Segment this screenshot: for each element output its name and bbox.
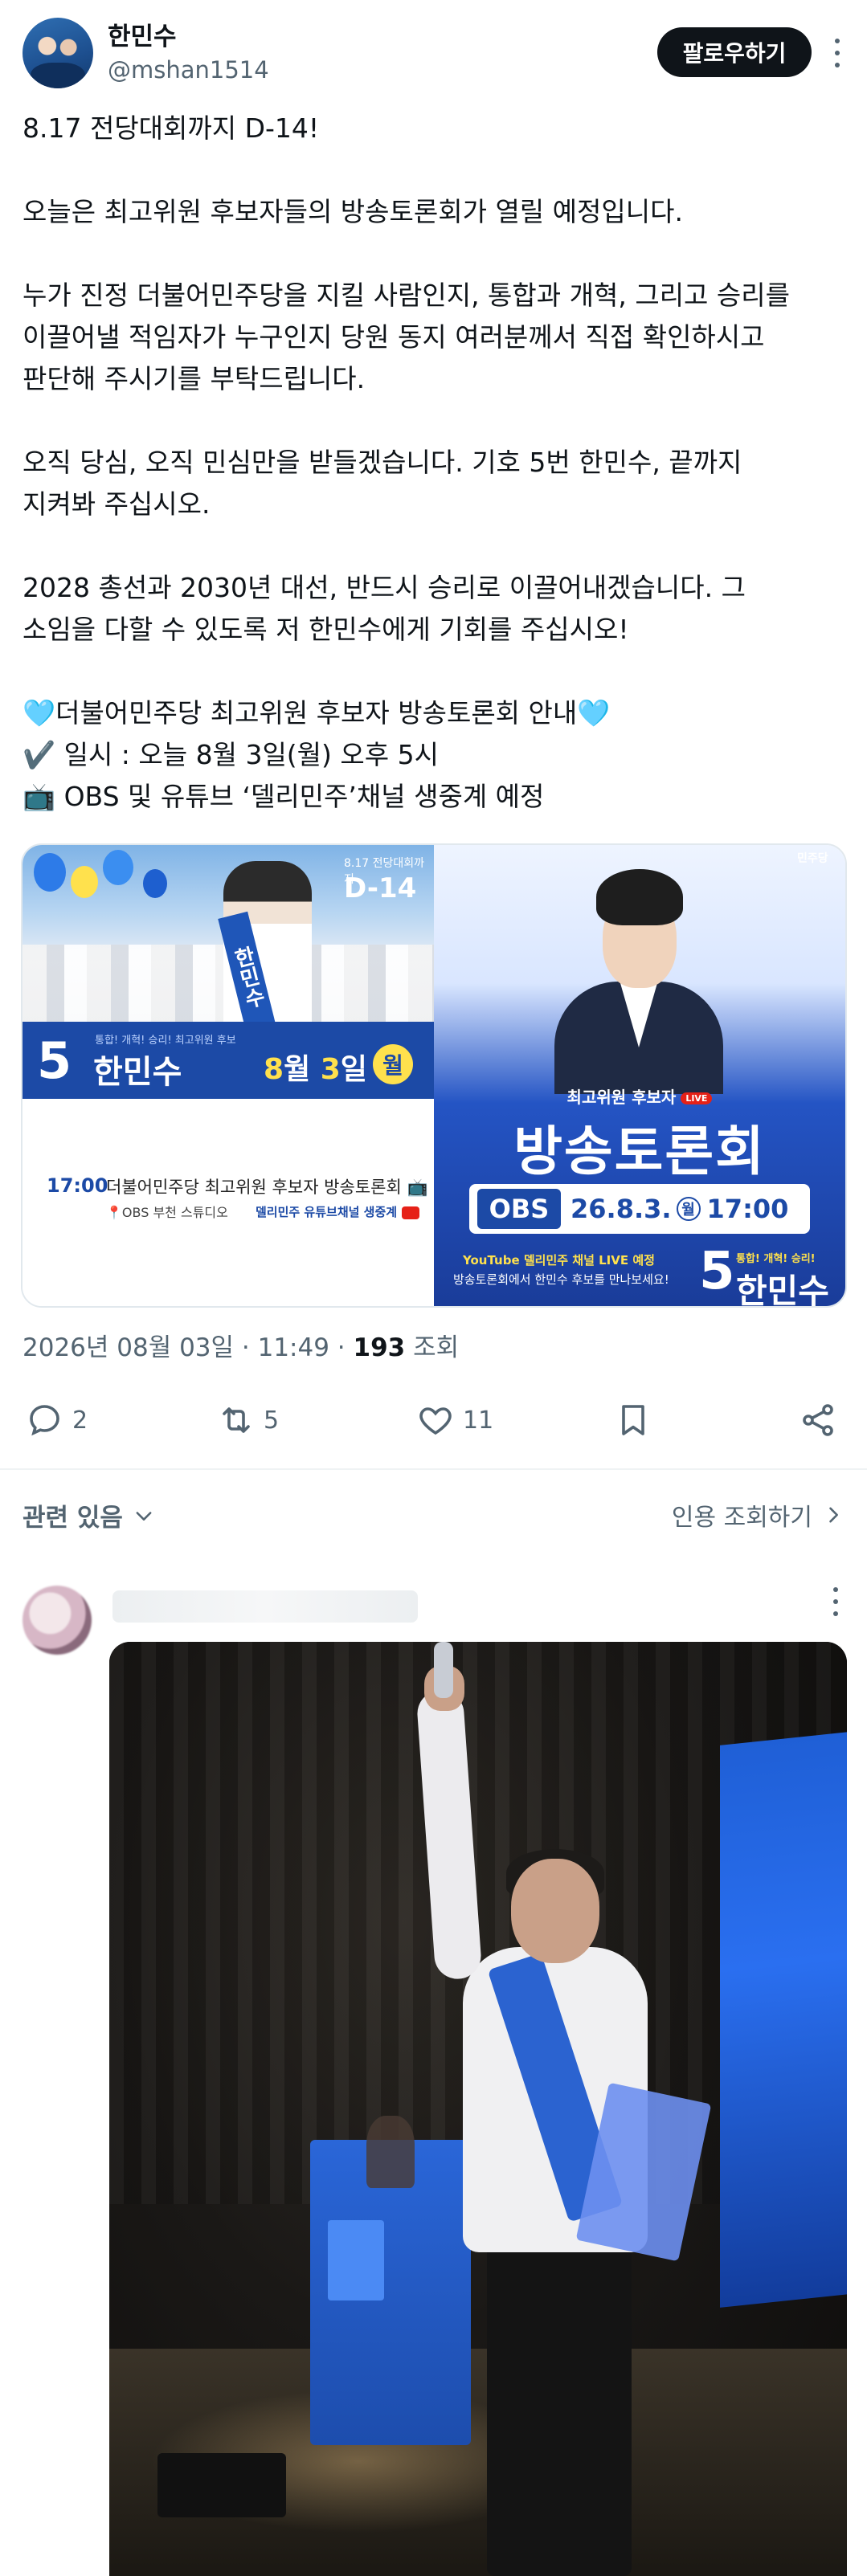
share-button[interactable] <box>799 1391 837 1449</box>
reply-icon <box>30 1405 59 1436</box>
related-post-media[interactable] <box>109 1642 847 2576</box>
poster-left-slogan: 통합! 개혁! 승리! 최고위원 후보 <box>95 1035 236 1047</box>
rally-photo: 한민수 8.17 전당대회까지 D-14 <box>22 845 434 1041</box>
broadcast-bar: OBS 26.8.3. 월 17:00 <box>469 1184 810 1234</box>
poster-right-title: 방송토론회 <box>513 1121 766 1182</box>
tweet-media[interactable]: 한민수 8.17 전당대회까지 D-14 5 통합! 개혁! 승리! 최고위원 … <box>21 843 847 1308</box>
like-count: 11 <box>463 1406 494 1435</box>
reply-count: 2 <box>72 1406 88 1435</box>
chevron-down-icon <box>136 1511 152 1521</box>
tweet-text: 8.17 전당대회까지 D-14! 오늘은 최고위원 후보자들의 방송토론회가 … <box>22 112 790 812</box>
d-day-label: D-14 <box>344 872 417 904</box>
stage-screen <box>720 1731 847 2308</box>
share-icon <box>803 1404 833 1436</box>
poster-left-weekday: 월 <box>373 1044 413 1084</box>
author-name[interactable]: 한민수 <box>108 16 177 52</box>
broadcast-weekday: 월 <box>676 1197 701 1221</box>
related-bar: 관련 있음 인용 조회하기 <box>19 1492 848 1541</box>
poster-right-slogan: 통합! 개혁! 승리! <box>736 1253 816 1265</box>
poster-right-label: 최고위원 후보자 LIVE <box>434 1084 845 1108</box>
view-quotes-link[interactable]: 인용 조회하기 <box>672 1497 845 1533</box>
related-post[interactable] <box>0 1558 867 2576</box>
poster-left-channel: 델리민주 유튜브채널 생중계 <box>256 1203 420 1220</box>
related-dropdown[interactable]: 관련 있음 <box>22 1497 155 1533</box>
tweet-datetime[interactable]: 2026년 08월 03일 · 11:49 · <box>22 1333 354 1362</box>
poster-right[interactable]: 민주당 최고위원 후보자 LIVE 방송토론회 OBS 26.8.3. 월 17:… <box>434 845 845 1306</box>
view-quotes-label: 인용 조회하기 <box>671 1504 812 1532</box>
like-button[interactable]: 11 <box>416 1391 493 1449</box>
retweet-count: 5 <box>264 1406 280 1435</box>
poster-left-location: 📍OBS 부천 스튜디오 <box>106 1205 228 1220</box>
related-author-blurred[interactable] <box>112 1590 418 1623</box>
microphone <box>434 1642 453 1698</box>
divider <box>0 1468 867 1470</box>
obs-logo: OBS <box>477 1189 561 1229</box>
youtube-icon <box>402 1206 420 1219</box>
candidate-name: 한민수 <box>93 1054 182 1091</box>
more-options-icon[interactable] <box>828 39 847 67</box>
candidate-portrait <box>554 853 723 1094</box>
bookmark-button[interactable] <box>614 1391 652 1449</box>
poster-left-date: 8월 3일 <box>264 1053 367 1086</box>
party-label: 민주당 <box>797 852 828 865</box>
broadcast-date: 26.8.3. <box>571 1194 672 1224</box>
reply-button[interactable]: 2 <box>26 1391 88 1449</box>
view-count: 193 <box>353 1333 406 1362</box>
author-avatar[interactable] <box>22 18 93 88</box>
bookmark-icon <box>622 1405 644 1435</box>
view-label: 조회 <box>405 1333 460 1362</box>
chevron-right-icon <box>829 1507 838 1523</box>
retweet-icon <box>223 1407 250 1433</box>
tweet-meta: 2026년 08월 03일 · 11:49 · 193 조회 <box>22 1327 459 1363</box>
candidate-number-right: 5 <box>699 1242 735 1301</box>
live-badge: LIVE <box>681 1092 713 1104</box>
related-avatar[interactable] <box>22 1586 92 1655</box>
broadcast-time: 17:00 <box>706 1194 789 1224</box>
candidate-number: 5 <box>37 1031 72 1090</box>
tweet-header: 한민수 @mshan1514 팔로우하기 <box>19 14 848 92</box>
author-handle[interactable]: @mshan1514 <box>108 56 269 84</box>
poster-left-time: 17:00 <box>47 1174 108 1197</box>
retweet-button[interactable]: 5 <box>217 1391 279 1449</box>
poster-left-event: 더불어민주당 최고위원 후보자 방송토론회 📺 <box>106 1178 428 1197</box>
tweet-actions: 2 5 11 <box>19 1391 848 1449</box>
youtube-notice: YouTube 델리민주 채널 LIVE 예정 <box>463 1253 655 1268</box>
poster-left[interactable]: 한민수 8.17 전당대회까지 D-14 5 통합! 개혁! 승리! 최고위원 … <box>22 845 434 1306</box>
related-label: 관련 있음 <box>22 1504 123 1533</box>
related-more-options-icon[interactable] <box>826 1587 845 1616</box>
follow-button[interactable]: 팔로우하기 <box>657 27 812 77</box>
heart-icon <box>419 1407 452 1435</box>
location-pin-icon: 📍 <box>106 1205 122 1220</box>
candidate-name-right: 한민수 <box>736 1272 829 1306</box>
tv-icon: 📺 <box>407 1178 428 1197</box>
poster-right-sub: 방송토론회에서 한민수 후보를 만나보세요! <box>453 1272 669 1287</box>
